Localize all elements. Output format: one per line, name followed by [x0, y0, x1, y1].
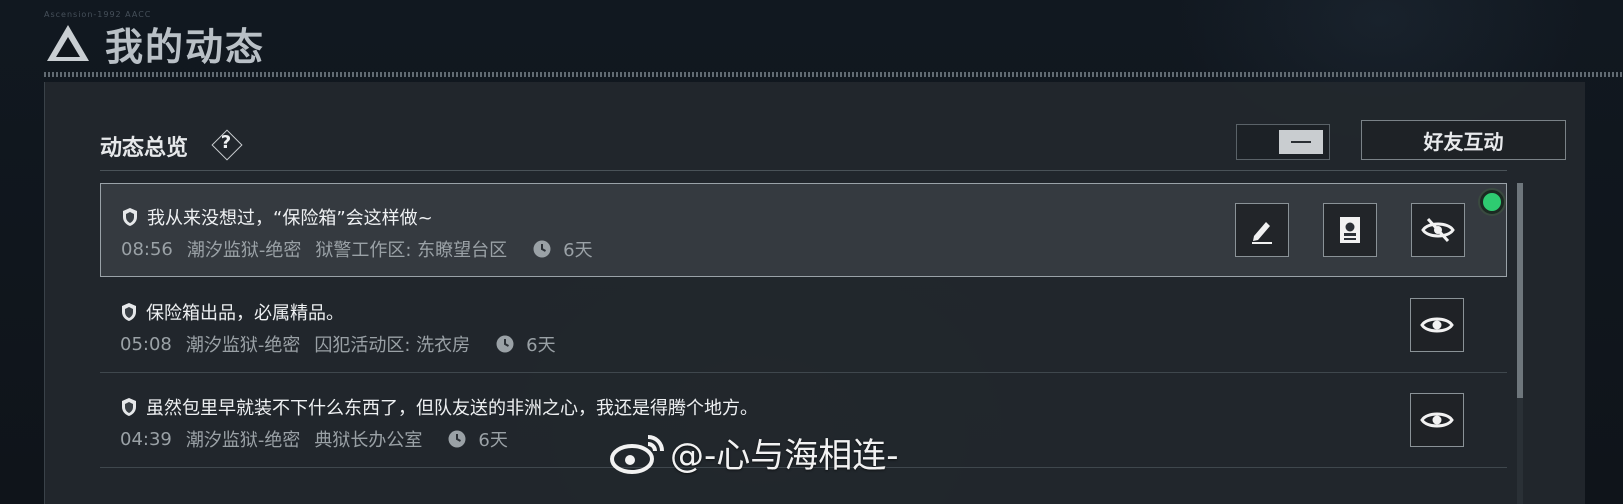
feed-location: 典狱长办公室: [314, 430, 423, 451]
feed-divider: [100, 372, 1507, 373]
feed-message-line: 虽然包里早就装不下什么东西了，但队友送的非洲之心，我还是得腾个地方。: [120, 394, 758, 420]
feed-age: 6天: [563, 240, 593, 261]
profile-card-button[interactable]: [1323, 203, 1377, 257]
feed-map: 潮汐监狱-绝密: [185, 335, 301, 356]
weibo-logo-icon: [610, 434, 664, 474]
hide-button[interactable]: [1411, 203, 1465, 257]
feed-location: 囚犯活动区: 洗衣房: [314, 335, 471, 356]
id-card-icon: [1340, 217, 1360, 243]
watermark-text: @-心与海相连-: [670, 436, 899, 476]
logo-icon: [47, 25, 89, 61]
feed-meta-line: 04:39 潮汐监狱-绝密 典狱长办公室 6天: [120, 426, 522, 452]
eye-off-icon: [1421, 217, 1455, 243]
shield-badge-icon: [122, 303, 136, 321]
feed-time: 04:39: [120, 428, 172, 450]
shield-badge-icon: [122, 398, 136, 416]
overview-header: 动态总览 ? 好友互动: [100, 120, 1580, 170]
feed-meta-line: 08:56 潮汐监狱-绝密 狱警工作区: 东瞭望台区 6天: [121, 236, 607, 262]
feed-item[interactable]: 我从来没想过，“保险箱”会这样做~ 08:56 潮汐监狱-绝密 狱警工作区: 东…: [100, 183, 1507, 277]
feed-map: 潮汐监狱-绝密: [185, 430, 301, 451]
feed-location: 狱警工作区: 东瞭望台区: [315, 240, 508, 261]
clock-icon: [496, 335, 514, 353]
feed-time: 08:56: [121, 238, 173, 260]
help-question-mark: ?: [220, 132, 232, 153]
friend-interaction-button[interactable]: 好友互动: [1361, 120, 1566, 160]
view-button[interactable]: [1410, 298, 1464, 352]
shield-badge-icon: [123, 208, 137, 226]
feed-message-line: 我从来没想过，“保险箱”会这样做~: [121, 204, 433, 230]
feed-message: 保险箱出品，必属精品。: [146, 303, 344, 324]
view-button[interactable]: [1410, 393, 1464, 447]
eye-icon: [1420, 317, 1454, 333]
edit-icon: [1252, 222, 1272, 244]
scrollbar-thumb[interactable]: [1517, 183, 1523, 398]
online-status-dot: [1480, 190, 1504, 214]
feed-message-line: 保险箱出品，必属精品。: [120, 299, 344, 325]
feed-map: 潮汐监狱-绝密: [186, 240, 302, 261]
toggle-knob: [1279, 130, 1323, 154]
visibility-toggle[interactable]: [1236, 124, 1330, 160]
feed-time: 05:08: [120, 333, 172, 355]
clock-icon: [533, 240, 551, 258]
help-button[interactable]: ?: [211, 129, 243, 161]
section-title: 动态总览: [100, 136, 189, 161]
feed-meta-line: 05:08 潮汐监狱-绝密 囚犯活动区: 洗衣房 6天: [120, 331, 570, 357]
watermark: @-心与海相连-: [608, 428, 899, 477]
header-divider-dotted: [44, 72, 1623, 77]
feed-item[interactable]: 保险箱出品，必属精品。 05:08 潮汐监狱-绝密 囚犯活动区: 洗衣房 6天: [100, 279, 1507, 373]
title-bar: 我的动态: [45, 18, 266, 69]
feed-age: 6天: [478, 430, 508, 451]
feed-message: 虽然包里早就装不下什么东西了，但队友送的非洲之心，我还是得腾个地方。: [146, 398, 758, 419]
page-title: 我的动态: [105, 24, 266, 69]
overview-divider: [100, 170, 1507, 171]
edit-button[interactable]: [1235, 203, 1289, 257]
clock-icon: [448, 430, 466, 448]
feed-message: 我从来没想过，“保险箱”会这样做~: [147, 208, 433, 229]
eye-icon: [1420, 412, 1454, 428]
feed-age: 6天: [526, 335, 556, 356]
